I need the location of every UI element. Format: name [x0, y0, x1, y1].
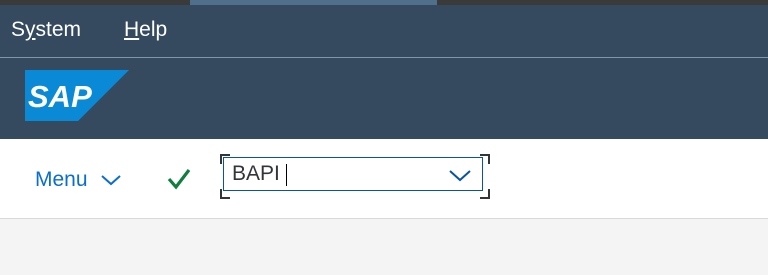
command-field-focus-frame [220, 154, 490, 199]
command-input[interactable] [232, 160, 432, 188]
menu-button[interactable]: Menu [35, 167, 122, 193]
command-field[interactable] [223, 157, 483, 191]
menu-item-help[interactable]: Help [124, 17, 167, 43]
text-caret [286, 164, 287, 186]
chevron-down-icon [100, 175, 121, 186]
chevron-down-icon[interactable] [448, 167, 472, 183]
shell-bar: SAP [0, 58, 768, 139]
toolbar: Menu [0, 139, 768, 219]
menu-bar: System Help [0, 5, 768, 58]
menu-button-label: Menu [35, 168, 88, 191]
svg-text:SAP: SAP [28, 79, 92, 114]
checkmark-icon[interactable] [166, 167, 192, 191]
menu-item-system[interactable]: System [11, 17, 81, 43]
sap-logo: SAP [25, 70, 129, 121]
main-content-area [0, 219, 768, 275]
